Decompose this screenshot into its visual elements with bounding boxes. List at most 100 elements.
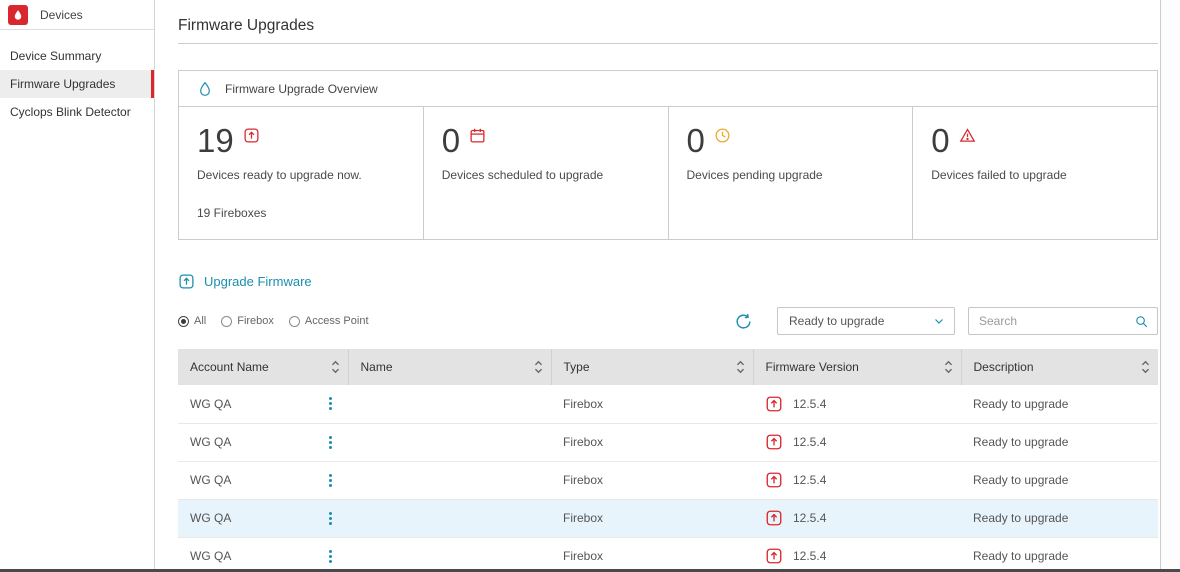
device-type: Firebox [563, 511, 603, 525]
sidebar-item-cyclops-blink-detector[interactable]: Cyclops Blink Detector [0, 98, 154, 126]
description-cell: Ready to upgrade [961, 537, 1158, 572]
device-type-filter: All Firebox Access Point [178, 315, 369, 327]
column-label: Type [564, 360, 590, 374]
sidebar-title: Devices [40, 8, 83, 22]
droplet-icon [197, 81, 213, 97]
sort-icon[interactable] [1141, 360, 1150, 374]
radio-label: Access Point [305, 315, 369, 327]
upload-icon[interactable] [765, 471, 783, 489]
radio-label: Firebox [237, 315, 274, 327]
upload-icon [178, 273, 195, 290]
kebab-menu-icon[interactable] [323, 510, 338, 527]
sidebar-item-label: Device Summary [10, 49, 101, 63]
firmware-version-cell: 12.5.4 [753, 461, 961, 499]
main-content: Firmware Upgrades Firmware Upgrade Overv… [156, 0, 1160, 572]
sort-icon[interactable] [736, 360, 745, 374]
chevron-down-icon [933, 315, 945, 327]
column-label: Description [974, 360, 1034, 374]
device-type: Firebox [563, 473, 603, 487]
stat-value: 0 [687, 123, 705, 159]
stat-label: Devices failed to upgrade [931, 168, 1139, 182]
toolbar-right: Ready to upgrade [734, 307, 1158, 335]
column-header-account-name[interactable]: Account Name [178, 349, 348, 385]
device-type: Firebox [563, 435, 603, 449]
description-cell: Ready to upgrade [961, 385, 1158, 423]
search-icon[interactable] [1134, 313, 1149, 330]
device-type: Firebox [563, 397, 603, 411]
upload-icon[interactable] [765, 547, 783, 565]
title-divider [178, 43, 1158, 44]
upgrade-firmware-button[interactable]: Upgrade Firmware [178, 273, 312, 290]
description-cell: Ready to upgrade [961, 461, 1158, 499]
upload-icon[interactable] [765, 395, 783, 413]
sidebar: Devices Device Summary Firmware Upgrades… [0, 0, 155, 572]
sort-icon[interactable] [534, 360, 543, 374]
table-row[interactable]: WG QA Firebox 12.5.4 Ready to upgrade [178, 461, 1158, 499]
table-row[interactable]: WG QA Firebox 12.5.4 Ready to upgrade [178, 537, 1158, 572]
upload-icon[interactable] [765, 509, 783, 527]
stat-value: 0 [442, 123, 460, 159]
column-header-firmware-version[interactable]: Firmware Version [753, 349, 961, 385]
search-input[interactable] [979, 314, 1134, 328]
device-name-cell [348, 499, 551, 537]
account-name-cell: WG QA [178, 499, 348, 537]
sidebar-item-device-summary[interactable]: Device Summary [0, 42, 154, 70]
radio-all[interactable]: All [178, 315, 206, 327]
upload-icon[interactable] [765, 433, 783, 451]
column-label: Firmware Version [766, 360, 859, 374]
firmware-version: 12.5.4 [793, 473, 826, 487]
upgrade-firmware-label: Upgrade Firmware [204, 274, 312, 289]
firmware-version: 12.5.4 [793, 435, 826, 449]
column-header-type[interactable]: Type [551, 349, 753, 385]
kebab-menu-icon[interactable] [323, 548, 338, 565]
radio-icon [289, 316, 300, 327]
table-row[interactable]: WG QA Firebox 12.5.4 Ready to upgrade [178, 385, 1158, 423]
stat-scheduled: 0 Devices scheduled to upgrade [424, 107, 669, 239]
firmware-version: 12.5.4 [793, 511, 826, 525]
firmware-version-cell: 12.5.4 [753, 385, 961, 423]
clock-icon [714, 127, 731, 144]
kebab-menu-icon[interactable] [323, 472, 338, 489]
warning-icon [959, 127, 976, 144]
scrollbar-track[interactable] [1160, 0, 1180, 572]
radio-icon [178, 316, 189, 327]
kebab-menu-icon[interactable] [323, 434, 338, 451]
device-name-cell [348, 537, 551, 572]
status-text: Ready to upgrade [973, 435, 1068, 449]
table-toolbar: All Firebox Access Point [178, 307, 1158, 335]
table-row[interactable]: WG QA Firebox 12.5.4 Ready to upgrade [178, 423, 1158, 461]
column-header-name[interactable]: Name [348, 349, 551, 385]
calendar-icon [469, 127, 486, 144]
column-label: Account Name [190, 360, 269, 374]
firmware-overview-card: Firmware Upgrade Overview 19 Devices rea… [178, 70, 1158, 240]
devices-table: Account Name Name Type Firmware Version [178, 349, 1158, 572]
stat-label: Devices pending upgrade [687, 168, 895, 182]
stat-label: Devices scheduled to upgrade [442, 168, 650, 182]
overview-card-title: Firmware Upgrade Overview [225, 82, 378, 96]
column-header-description[interactable]: Description [961, 349, 1158, 385]
table-body: WG QA Firebox 12.5.4 Ready to upgrade WG… [178, 385, 1158, 572]
sort-icon[interactable] [331, 360, 340, 374]
stat-sublabel: 19 Fireboxes [197, 206, 405, 220]
refresh-button[interactable] [734, 312, 753, 331]
table-header: Account Name Name Type Firmware Version [178, 349, 1158, 385]
status-text: Ready to upgrade [973, 397, 1068, 411]
sidebar-item-firmware-upgrades[interactable]: Firmware Upgrades [0, 70, 154, 98]
table-row[interactable]: WG QA Firebox 12.5.4 Ready to upgrade [178, 499, 1158, 537]
stat-value: 0 [931, 123, 949, 159]
overview-card-header: Firmware Upgrade Overview [179, 71, 1157, 107]
status-text: Ready to upgrade [973, 511, 1068, 525]
radio-firebox[interactable]: Firebox [221, 315, 274, 327]
status-filter-dropdown[interactable]: Ready to upgrade [777, 307, 955, 335]
radio-access-point[interactable]: Access Point [289, 315, 369, 327]
radio-icon [221, 316, 232, 327]
dropdown-value: Ready to upgrade [789, 314, 884, 328]
page-title: Firmware Upgrades [178, 16, 1158, 35]
sidebar-item-label: Cyclops Blink Detector [10, 105, 131, 119]
active-indicator [151, 70, 154, 98]
status-text: Ready to upgrade [973, 473, 1068, 487]
account-name: WG QA [190, 435, 231, 449]
app-window: Devices Device Summary Firmware Upgrades… [0, 0, 1180, 572]
sort-icon[interactable] [944, 360, 953, 374]
kebab-menu-icon[interactable] [323, 395, 338, 412]
